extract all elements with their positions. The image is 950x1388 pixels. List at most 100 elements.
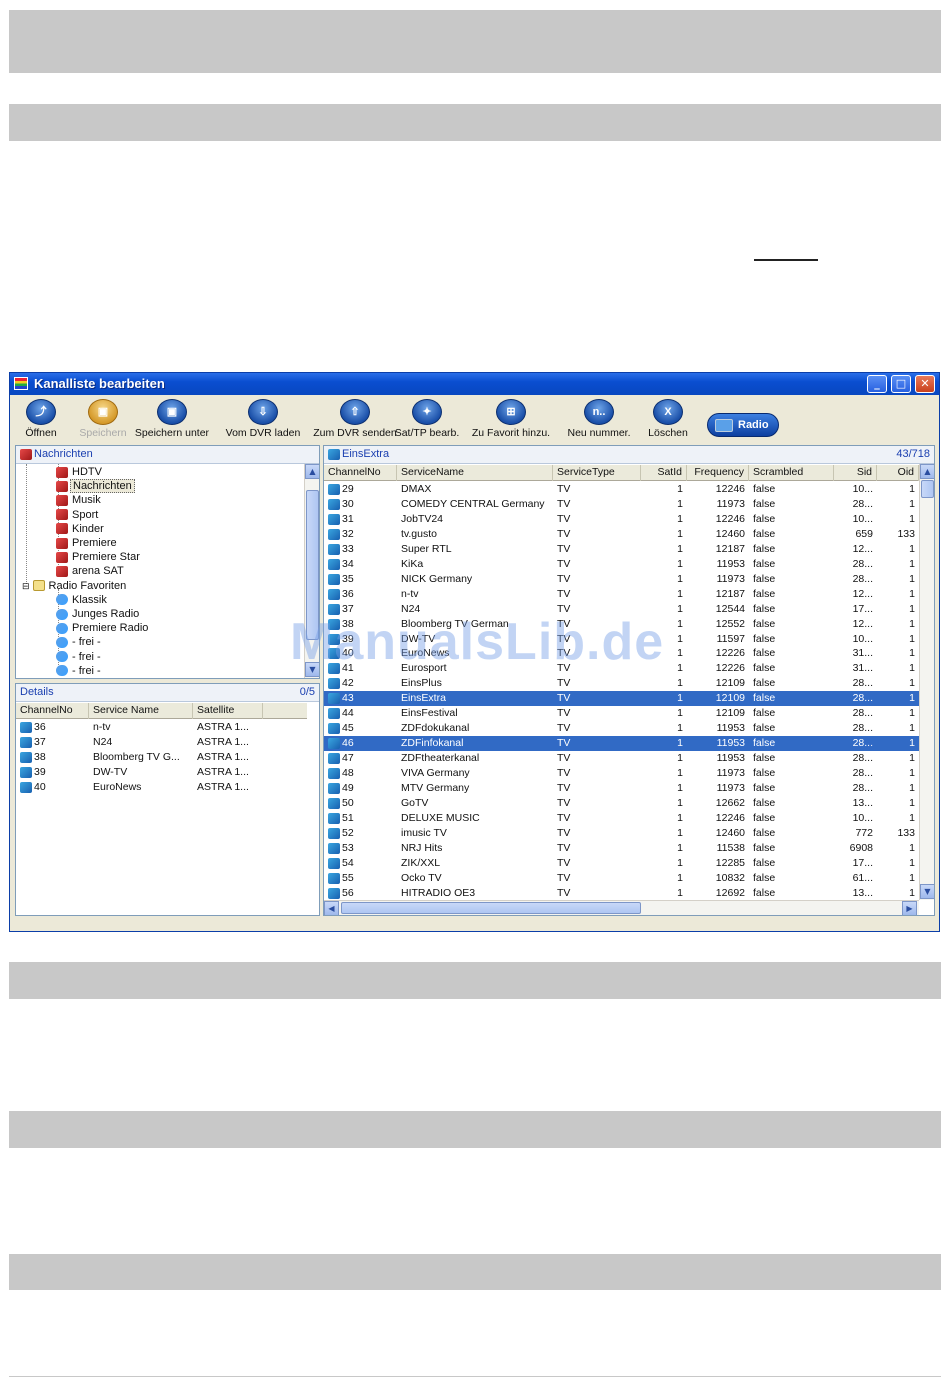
table-cell: 12662 xyxy=(715,796,745,809)
table-row[interactable]: 54 ZIK/XXL TV 1 12285 false 17... 1 xyxy=(324,856,919,871)
table-cell: 1 xyxy=(909,557,915,570)
toolbar-button-add-favorite[interactable]: ⊞ Zu Favorit hinzu. xyxy=(465,397,557,441)
tree-item[interactable]: Premiere Radio xyxy=(56,621,150,635)
table-row[interactable]: 45 ZDFdokukanal TV 1 11953 false 28... 1 xyxy=(324,721,919,736)
table-cell: TV xyxy=(557,826,571,839)
table-row[interactable]: 39 DW-TV ASTRA 1... xyxy=(16,765,307,780)
table-row[interactable]: 49 MTV Germany TV 1 11973 false 28... 1 xyxy=(324,781,919,796)
table-row[interactable]: 42 EinsPlus TV 1 12109 false 28... 1 xyxy=(324,676,919,691)
tree-header-label: Nachrichten xyxy=(34,448,93,460)
column-header-channelno[interactable]: ChannelNo xyxy=(324,465,397,481)
table-cell: 1 xyxy=(677,527,683,540)
table-row[interactable]: 37 N24 ASTRA 1... xyxy=(16,735,307,750)
tree-item[interactable]: - frei - xyxy=(56,664,103,678)
table-cell: EuroNews xyxy=(93,781,142,794)
tree-item[interactable]: Klassik xyxy=(56,593,109,607)
toolbar-button-open[interactable]: ⤴ Öffnen xyxy=(13,397,69,441)
table-row[interactable]: 32 tv.gusto TV 1 12460 false 659 133 xyxy=(324,527,919,542)
table-cell: 12285 xyxy=(715,856,745,869)
maximize-button[interactable]: □ xyxy=(891,375,911,393)
scroll-left-icon[interactable]: ◀ xyxy=(324,901,339,915)
scroll-thumb[interactable] xyxy=(341,902,641,914)
table-cell: false xyxy=(753,811,776,824)
channel-horizontal-scrollbar[interactable]: ◀ ▶ xyxy=(324,900,919,915)
column-header-channelno[interactable]: ChannelNo xyxy=(16,703,89,719)
tv-favorite-icon xyxy=(56,480,68,492)
table-cell: 1 xyxy=(909,483,915,495)
table-row[interactable]: 38 Bloomberg TV G... ASTRA 1... xyxy=(16,750,307,765)
radio-button[interactable]: Radio xyxy=(707,413,779,437)
table-row[interactable]: 51 DELUXE MUSIC TV 1 12246 false 10... 1 xyxy=(324,811,919,826)
table-row[interactable]: 30 COMEDY CENTRAL Germany TV 1 11973 false 28.… xyxy=(324,497,919,512)
close-button[interactable]: ✕ xyxy=(915,375,935,393)
column-header-satid[interactable]: SatId xyxy=(641,465,687,481)
table-row[interactable]: 36 n-tv ASTRA 1... xyxy=(16,720,307,735)
table-row[interactable]: 33 Super RTL TV 1 12187 false 12... 1 xyxy=(324,542,919,557)
column-header-scrambled[interactable]: Scrambled xyxy=(749,465,834,481)
tree-item[interactable]: Premiere Star xyxy=(56,550,142,564)
title-bar[interactable]: Kanalliste bearbeiten _ □ ✕ xyxy=(10,373,939,395)
table-cell: 53 xyxy=(342,841,354,854)
tree-item[interactable]: arena SAT xyxy=(56,564,126,578)
tree-item[interactable]: Kinder xyxy=(56,522,106,536)
table-row[interactable]: 29 DMAX TV 1 12246 false 10... 1 xyxy=(324,482,919,497)
table-row[interactable]: 46 ZDFinfokanal TV 1 11953 false 28... 1 xyxy=(324,736,919,752)
tree-item[interactable]: - frei - xyxy=(56,635,103,649)
tree-item[interactable]: Sport xyxy=(56,508,100,522)
table-cell: ASTRA 1... xyxy=(197,751,249,764)
column-header-servicetype[interactable]: ServiceType xyxy=(553,465,641,481)
column-header-sid[interactable]: Sid xyxy=(834,465,877,481)
table-row[interactable]: 36 n-tv TV 1 12187 false 12... 1 xyxy=(324,587,919,602)
tree-item[interactable]: - frei - xyxy=(56,650,103,664)
scroll-thumb[interactable] xyxy=(921,480,934,498)
table-row[interactable]: 53 NRJ Hits TV 1 11538 false 6908 1 xyxy=(324,841,919,856)
table-row[interactable]: 50 GoTV TV 1 12662 false 13... 1 xyxy=(324,796,919,811)
scroll-down-icon[interactable]: ▼ xyxy=(920,884,934,899)
channel-vertical-scrollbar[interactable]: ▲ ▼ xyxy=(919,464,934,900)
table-cell: 1 xyxy=(909,856,915,869)
toolbar-button-download[interactable]: ⇩ Vom DVR laden xyxy=(219,397,307,441)
table-cell: TV xyxy=(557,483,571,495)
tree-item[interactable]: ⊟ Radio Favoriten xyxy=(22,579,128,593)
table-row[interactable]: 43 EinsExtra TV 1 12109 false 28... 1 xyxy=(324,691,919,707)
table-row[interactable]: 52 imusic TV TV 1 12460 false 772 133 xyxy=(324,826,919,841)
table-row[interactable]: 56 HITRADIO OE3 TV 1 12692 false 13... 1 xyxy=(324,886,919,901)
table-cell: TV xyxy=(557,871,571,884)
toolbar-button-save-as[interactable]: ▣ Speichern unter xyxy=(129,397,215,441)
column-header-frequency[interactable]: Frequency xyxy=(687,465,749,481)
table-cell: GoTV xyxy=(401,796,429,809)
tree-connector xyxy=(26,464,27,584)
tree-item[interactable]: HDTV xyxy=(56,465,104,479)
column-header-service-name[interactable]: Service Name xyxy=(89,703,193,719)
table-row[interactable]: 35 NICK Germany TV 1 11973 false 28... 1 xyxy=(324,572,919,587)
toolbar-button-renumber[interactable]: n.. Neu nummer. xyxy=(562,397,636,441)
table-row[interactable]: 40 EuroNews ASTRA 1... xyxy=(16,780,307,795)
table-row[interactable]: 31 JobTV24 TV 1 12246 false 10... 1 xyxy=(324,512,919,527)
toolbar-button-upload[interactable]: ⇧ Zum DVR senden xyxy=(310,397,400,441)
table-row[interactable]: 34 KiKa TV 1 11953 false 28... 1 xyxy=(324,557,919,572)
column-header-oid[interactable]: Oid xyxy=(877,465,919,481)
tree-item[interactable]: Junges Radio xyxy=(56,607,141,621)
scroll-right-icon[interactable]: ▶ xyxy=(902,901,917,915)
column-header-satellite[interactable]: Satellite xyxy=(193,703,263,719)
toolbar-button-delete[interactable]: X Löschen xyxy=(641,397,695,441)
table-row[interactable]: 44 EinsFestival TV 1 12109 false 28... 1 xyxy=(324,706,919,721)
table-cell: 12... xyxy=(852,542,873,555)
collapse-icon[interactable]: ⊟ xyxy=(22,581,30,591)
table-cell: 1 xyxy=(909,572,915,585)
minimize-button[interactable]: _ xyxy=(867,375,887,393)
table-row[interactable]: 55 Ocko TV TV 1 10832 false 61... 1 xyxy=(324,871,919,886)
column-header-servicename[interactable]: ServiceName xyxy=(397,465,553,481)
table-cell: 47 xyxy=(342,752,354,765)
tree-item[interactable]: Nachrichten xyxy=(56,479,135,494)
table-cell: TV xyxy=(557,527,571,540)
tree-item[interactable]: Premiere xyxy=(56,536,119,550)
scroll-up-icon[interactable]: ▲ xyxy=(305,464,319,479)
tree-item[interactable]: Musik xyxy=(56,493,103,507)
table-cell: EinsExtra xyxy=(401,692,446,705)
table-row[interactable]: 47 ZDFtheaterkanal TV 1 11953 false 28... 1 xyxy=(324,751,919,766)
scroll-up-icon[interactable]: ▲ xyxy=(920,464,934,479)
toolbar-button-satellite[interactable]: ✦ Sat/TP bearb. xyxy=(393,397,461,441)
table-row[interactable]: 48 VIVA Germany TV 1 11973 false 28... 1 xyxy=(324,766,919,781)
toolbar-button-save[interactable]: ▣ Speichern xyxy=(75,397,131,441)
